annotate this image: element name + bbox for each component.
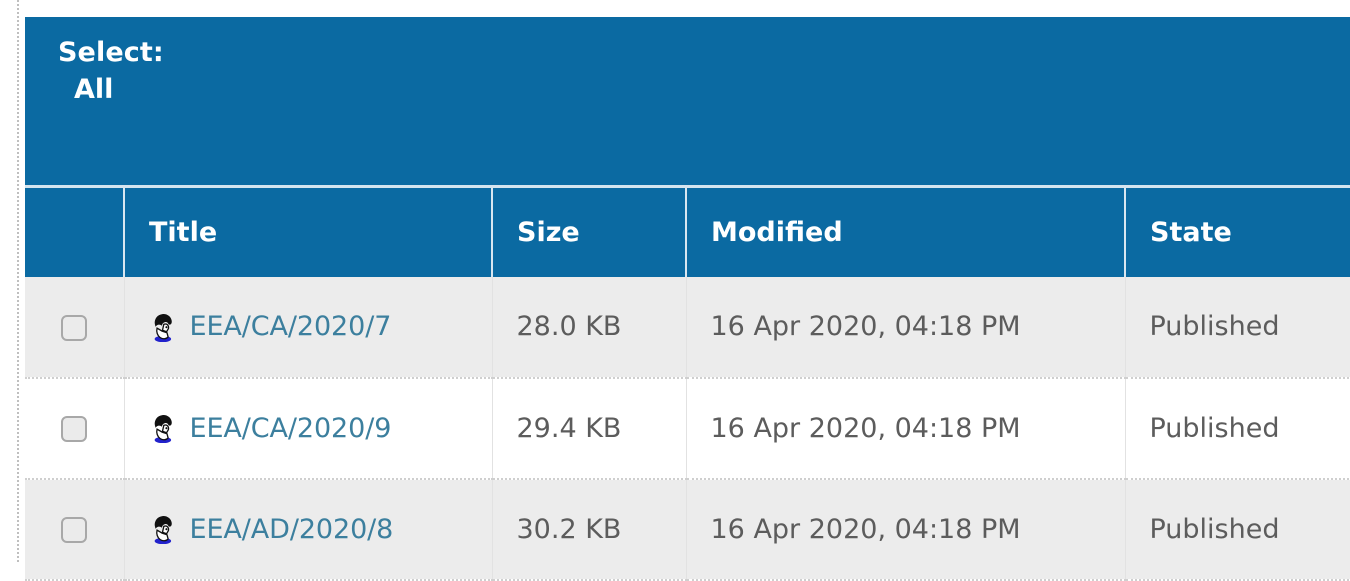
column-header-row: Title Size Modified State <box>25 185 1350 277</box>
row-state-text: Published <box>1149 311 1280 342</box>
column-header-checkbox <box>25 185 124 277</box>
row-state-text: Published <box>1149 513 1280 545</box>
content-listing: Select: All Title Size Modified State EE… <box>0 0 1350 581</box>
row-modified-cell: 16 Apr 2020, 04:18 PM <box>685 478 1125 581</box>
select-toolbar-cell: Select: All <box>25 17 1350 187</box>
row-size-text: 30.2 KB <box>516 513 622 545</box>
table-row: EEA/AD/2020/8 30.2 KB 16 Apr 2020, 04:18… <box>25 478 1350 581</box>
row-modified-text: 16 Apr 2020, 04:18 PM <box>710 412 1021 444</box>
column-header-size[interactable]: Size <box>491 185 686 277</box>
row-state-cell: Published <box>1124 276 1350 379</box>
row-select-cell <box>25 478 124 581</box>
items-listing-table: Select: All Title Size Modified State EE… <box>25 17 1350 581</box>
row-size-text: 29.4 KB <box>516 412 622 444</box>
table-row: EEA/CA/2020/7 28.0 KB 16 Apr 2020, 04:18… <box>25 276 1350 379</box>
select-label: Select: <box>58 37 164 68</box>
item-title-link[interactable]: EEA/CA/2020/9 <box>190 413 392 444</box>
row-size-cell: 30.2 KB <box>491 478 686 581</box>
row-size-cell: 28.0 KB <box>491 276 686 379</box>
row-state-cell: Published <box>1124 377 1350 480</box>
table-head: Select: All Title Size Modified State <box>25 17 1350 277</box>
person-icon <box>154 415 172 443</box>
person-icon <box>154 516 172 544</box>
table-body: EEA/CA/2020/7 28.0 KB 16 Apr 2020, 04:18… <box>25 276 1350 581</box>
row-modified-cell: 16 Apr 2020, 04:18 PM <box>685 377 1125 480</box>
sort-by-size-link[interactable]: Size <box>517 217 580 248</box>
row-size-text: 28.0 KB <box>516 311 622 342</box>
item-title-link[interactable]: EEA/CA/2020/7 <box>190 311 392 342</box>
row-size-cell: 29.4 KB <box>491 377 686 480</box>
column-header-state[interactable]: State <box>1123 185 1350 277</box>
row-checkbox[interactable] <box>61 314 88 341</box>
select-all-link[interactable]: All <box>74 74 113 105</box>
row-select-cell <box>25 377 124 480</box>
row-state-cell: Published <box>1124 478 1350 581</box>
select-options: All <box>58 72 1350 107</box>
row-title-cell: EEA/CA/2020/7 <box>123 276 492 379</box>
row-modified-text: 16 Apr 2020, 04:18 PM <box>710 311 1021 342</box>
sort-by-title-link[interactable]: Title <box>149 217 217 248</box>
sort-by-state-link[interactable]: State <box>1150 217 1232 248</box>
content-left-edge-divider <box>17 0 19 564</box>
table-row: EEA/CA/2020/9 29.4 KB 16 Apr 2020, 04:18… <box>25 377 1350 480</box>
select-toolbar-row: Select: All <box>25 17 1350 187</box>
row-checkbox[interactable] <box>61 416 88 442</box>
item-title-link[interactable]: EEA/AD/2020/8 <box>190 514 394 545</box>
column-header-modified[interactable]: Modified <box>685 185 1125 277</box>
row-modified-text: 16 Apr 2020, 04:18 PM <box>710 513 1021 545</box>
row-state-text: Published <box>1149 412 1280 444</box>
person-icon <box>154 313 172 342</box>
row-checkbox[interactable] <box>61 517 88 543</box>
sort-by-modified-link[interactable]: Modified <box>711 217 843 248</box>
row-title-cell: EEA/CA/2020/9 <box>123 377 492 480</box>
select-toolbar: Select: All <box>25 17 1350 107</box>
row-title-cell: EEA/AD/2020/8 <box>123 478 492 581</box>
row-modified-cell: 16 Apr 2020, 04:18 PM <box>685 276 1125 379</box>
row-select-cell <box>25 276 124 379</box>
column-header-title[interactable]: Title <box>123 185 492 277</box>
